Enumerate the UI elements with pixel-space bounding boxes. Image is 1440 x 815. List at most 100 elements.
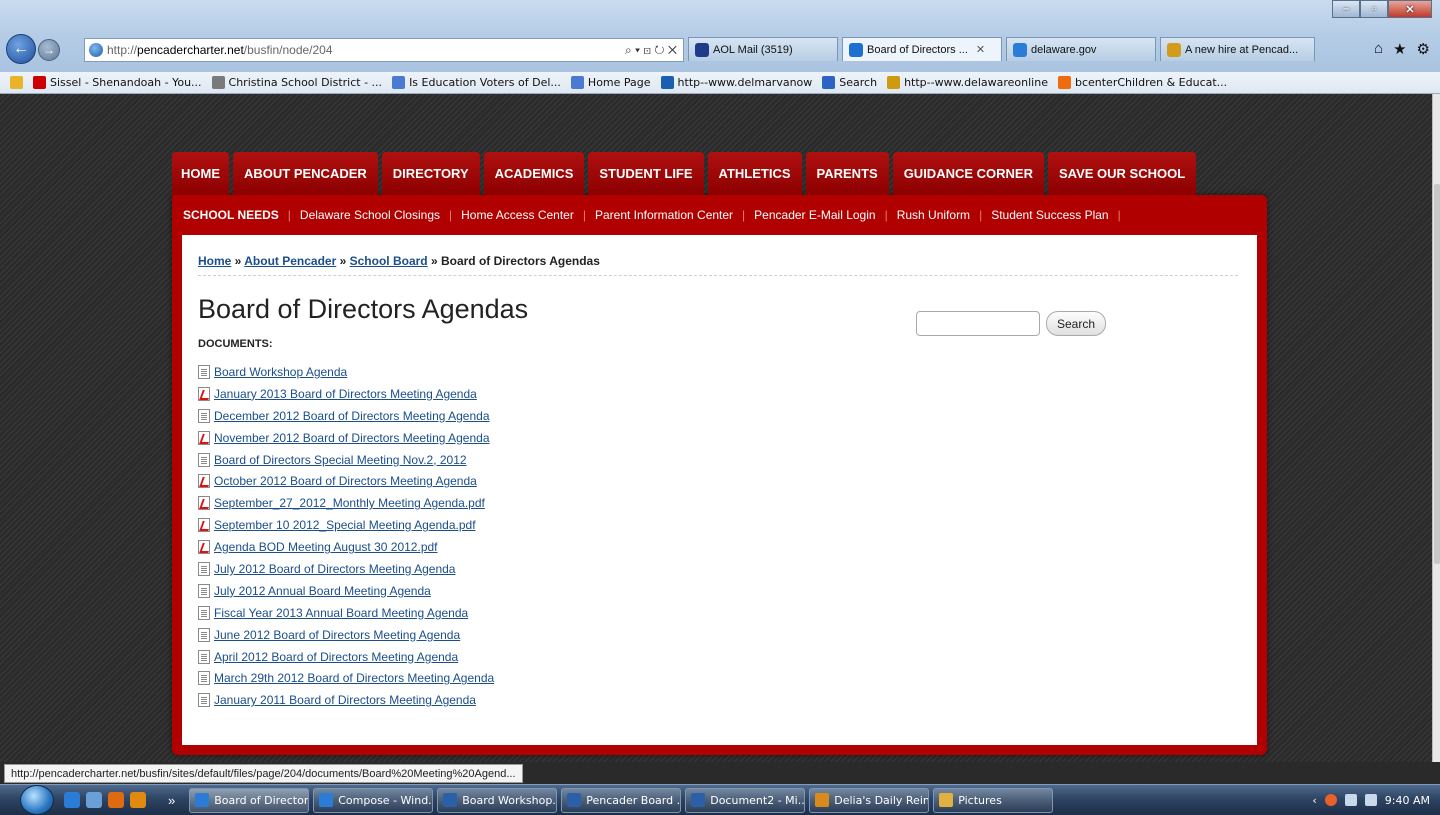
close-window-button[interactable]: ✕	[1388, 0, 1432, 18]
subnav-home-access-center[interactable]: Home Access Center	[461, 208, 574, 222]
media-player-icon[interactable]	[130, 792, 146, 808]
document-link[interactable]: December 2012 Board of Directors Meeting…	[214, 409, 490, 423]
document-item: September 10 2012_Special Meeting Agenda…	[198, 514, 1241, 536]
taskbar-app-icon	[691, 793, 706, 807]
scrollbar-thumb[interactable]	[1434, 184, 1440, 564]
firefox-icon[interactable]	[108, 792, 124, 808]
show-desktop-icon[interactable]	[86, 792, 102, 808]
breadcrumb-home-link[interactable]: Home	[198, 254, 231, 268]
close-tab-icon[interactable]: ✕	[976, 43, 985, 56]
document-list: Board Workshop Agenda January 2013 Board …	[198, 361, 1241, 711]
document-link[interactable]: January 2013 Board of Directors Meeting …	[214, 387, 477, 401]
favorite-link[interactable]: http--www.delmarvanow	[660, 76, 813, 89]
tray-app-icon[interactable]	[1324, 794, 1337, 806]
breadcrumb-about-link[interactable]: About Pencader	[244, 254, 336, 268]
address-bar[interactable]: http:// pencadercharter.net /busfin/node…	[84, 38, 684, 62]
nav-academics[interactable]: ACADEMICS	[483, 152, 585, 195]
document-link[interactable]: July 2012 Board of Directors Meeting Age…	[214, 562, 455, 576]
breadcrumb-separator: »	[231, 254, 245, 268]
search-input[interactable]	[916, 311, 1040, 336]
document-item: December 2012 Board of Directors Meeting…	[198, 405, 1241, 427]
clock[interactable]: 9:40 AM	[1385, 794, 1430, 807]
home-icon[interactable]: ⌂	[1374, 40, 1383, 58]
subnav-delaware-school-closings[interactable]: Delaware School Closings	[300, 208, 440, 222]
nav-about-pencader[interactable]: ABOUT PENCADER	[233, 152, 378, 195]
more-quick-launch-icon[interactable]: »	[168, 793, 175, 808]
page-scrollbar[interactable]	[1432, 94, 1440, 762]
document-link[interactable]: Fiscal Year 2013 Annual Board Meeting Ag…	[214, 606, 468, 620]
volume-icon[interactable]	[1364, 794, 1377, 806]
ie-icon[interactable]	[64, 792, 80, 808]
taskbar-app-icon	[567, 793, 582, 807]
nav-save-our-school[interactable]: SAVE OUR SCHOOL	[1047, 152, 1197, 195]
favorites-star-button[interactable]	[10, 76, 23, 89]
document-link[interactable]: October 2012 Board of Directors Meeting …	[214, 474, 477, 488]
settings-gear-icon[interactable]: ⚙	[1417, 40, 1430, 58]
network-icon[interactable]	[1344, 794, 1357, 806]
pdf-file-icon	[198, 518, 210, 533]
favorite-link[interactable]: Is Education Voters of Del...	[392, 76, 561, 89]
document-link[interactable]: January 2011 Board of Directors Meeting …	[214, 693, 476, 707]
document-link[interactable]: June 2012 Board of Directors Meeting Age…	[214, 628, 460, 642]
subnav-pencader-email-login[interactable]: Pencader E-Mail Login	[754, 208, 875, 222]
url-path: /busfin/node/204	[243, 43, 333, 57]
forward-button[interactable]: →	[38, 39, 60, 61]
search-button[interactable]: Search	[1046, 311, 1107, 336]
windows-taskbar: » Board of Director... Compose - Wind... B…	[0, 784, 1440, 815]
start-button[interactable]	[20, 785, 54, 815]
taskbar-button[interactable]: Document2 - Mi...	[685, 787, 806, 813]
tab-label: AOL Mail (3519)	[713, 43, 793, 56]
site-favicon-icon	[849, 42, 863, 57]
favorite-link[interactable]: Christina School District - ...	[211, 76, 382, 89]
document-link[interactable]: Board Workshop Agenda	[214, 365, 347, 379]
nav-guidance-corner[interactable]: GUIDANCE CORNER	[892, 152, 1044, 195]
favorite-link[interactable]: Home Page	[570, 76, 651, 89]
taskbar-button-label: Document2 - Mi...	[710, 793, 806, 807]
address-tools[interactable]: ⌕ ▾ ⊡ ↻ ✕	[625, 43, 683, 58]
tab-aol-mail[interactable]: AOL Mail (3519)	[688, 37, 838, 61]
nav-student-life[interactable]: STUDENT LIFE	[588, 152, 704, 195]
subnav-student-success-plan[interactable]: Student Success Plan	[991, 208, 1108, 222]
breadcrumb-school-board-link[interactable]: School Board	[350, 254, 428, 268]
taskbar-button[interactable]: Delia's Daily Rein...	[809, 787, 930, 813]
favorite-label: http--www.delmarvanow	[677, 76, 813, 89]
tab-delaware-gov[interactable]: delaware.gov	[1006, 37, 1156, 61]
pdf-file-icon	[198, 540, 210, 555]
breadcrumb: Home » About Pencader » School Board » B…	[198, 254, 1238, 276]
subnav-rush-uniform[interactable]: Rush Uniform	[897, 208, 970, 222]
taskbar-button[interactable]: Board Workshop...	[437, 787, 558, 813]
document-link[interactable]: Board of Directors Special Meeting Nov.2…	[214, 453, 467, 467]
taskbar-button[interactable]: Compose - Wind...	[313, 787, 434, 813]
favorites-star-icon[interactable]: ★	[1393, 40, 1406, 58]
favorite-label: Is Education Voters of Del...	[409, 76, 561, 89]
taskbar-button[interactable]: Board of Director...	[189, 787, 310, 813]
document-link[interactable]: September 10 2012_Special Meeting Agenda…	[214, 518, 476, 532]
nav-home[interactable]: HOME	[172, 152, 229, 195]
tab-new-hire[interactable]: A new hire at Pencad...	[1160, 37, 1315, 61]
document-link[interactable]: April 2012 Board of Directors Meeting Ag…	[214, 650, 458, 664]
tab-board-of-directors[interactable]: Board of Directors ... ✕	[842, 37, 1002, 61]
nav-directory[interactable]: DIRECTORY	[381, 152, 480, 195]
status-bar: http://pencadercharter.net/busfin/sites/…	[0, 762, 1440, 784]
document-link[interactable]: March 29th 2012 Board of Directors Meeti…	[214, 671, 494, 685]
document-link[interactable]: September_27_2012_Monthly Meeting Agenda…	[214, 496, 485, 510]
document-link[interactable]: July 2012 Annual Board Meeting Agenda	[214, 584, 431, 598]
back-button[interactable]: ←	[6, 34, 36, 64]
taskbar-button[interactable]: Pencader Board ...	[561, 787, 682, 813]
taskbar-button-label: Pictures	[958, 793, 1002, 807]
favorite-link[interactable]: bcenterChildren & Educat...	[1057, 76, 1227, 89]
subnav-parent-information-center[interactable]: Parent Information Center	[595, 208, 733, 222]
tray-expand-icon[interactable]: ‹	[1312, 794, 1316, 807]
maximize-button[interactable]: ▫	[1360, 0, 1388, 18]
favorite-link[interactable]: Sissel - Shenandoah - You...	[33, 76, 202, 89]
document-link[interactable]: Agenda BOD Meeting August 30 2012.pdf	[214, 540, 438, 554]
minimize-button[interactable]: –	[1332, 0, 1360, 18]
subnav-school-needs[interactable]: SCHOOL NEEDS	[183, 208, 279, 222]
favorite-link[interactable]: Search	[822, 76, 877, 89]
document-link[interactable]: November 2012 Board of Directors Meeting…	[214, 431, 490, 445]
nav-parents[interactable]: PARENTS	[805, 152, 889, 195]
back-arrow-icon: ←	[13, 40, 29, 57]
taskbar-button[interactable]: Pictures	[933, 787, 1054, 813]
nav-athletics[interactable]: ATHLETICS	[707, 152, 802, 195]
favorite-link[interactable]: http--www.delawareonline	[887, 76, 1048, 89]
